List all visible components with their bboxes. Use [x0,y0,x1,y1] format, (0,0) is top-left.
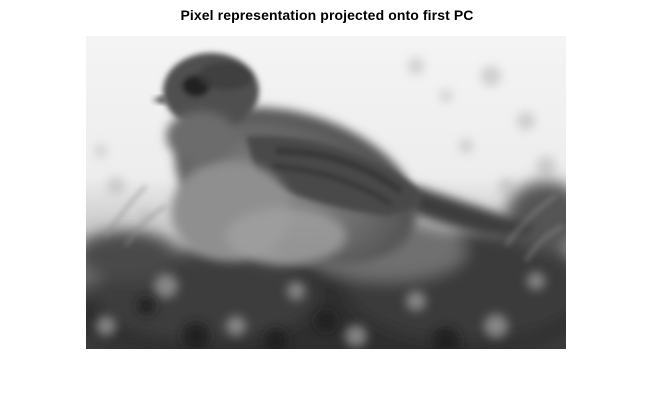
figure-title: Pixel representation projected onto firs… [180,7,474,23]
figure-window: Pixel representation projected onto firs… [0,0,654,413]
bird-on-rocks-icon [86,36,566,349]
projected-image [86,36,566,349]
